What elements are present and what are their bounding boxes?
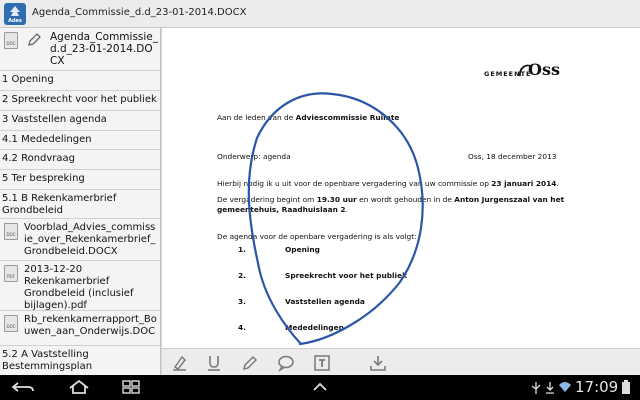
sidebar-item-ter-bespreking[interactable]: 5 Ter bespreking — [0, 170, 160, 190]
wifi-icon — [559, 382, 571, 392]
sidebar-item-label: 5.1 B Rekenkamerbrief Grondbeleid — [2, 193, 117, 216]
chevron-up-icon[interactable] — [310, 379, 330, 395]
usb-icon — [531, 382, 541, 394]
sidebar-item-label: 1 Opening — [2, 74, 54, 85]
download-icon — [546, 382, 554, 394]
agenda-sidebar[interactable]: DOC Agenda_Commissie_d.d_23-01-2014.DOCX… — [0, 28, 161, 375]
sidebar-item-label: 4.1 Mededelingen — [2, 134, 92, 145]
doc-file-icon: DOC — [4, 32, 18, 49]
sidebar-item-label: 2013-12-20 Rekenkamerbrief Grondbeleid (… — [24, 264, 134, 311]
sidebar-item-opening[interactable]: 1 Opening — [0, 71, 160, 91]
underline-icon[interactable] — [204, 353, 224, 373]
system-clock: 17:09 — [575, 378, 619, 396]
comment-icon[interactable] — [276, 353, 296, 373]
battery-icon — [622, 380, 630, 394]
document-viewer[interactable]: GEMEENTE Oss Aan de leden van de Adviesc… — [162, 28, 640, 348]
sidebar-item-label: 3 Vaststellen agenda — [2, 114, 107, 125]
edit-pencil-icon[interactable] — [26, 32, 42, 48]
text-icon[interactable] — [312, 353, 332, 373]
pencil-icon[interactable] — [240, 353, 260, 373]
recent-apps-icon[interactable] — [120, 379, 142, 395]
sidebar-document-header[interactable]: DOC Agenda_Commissie_d.d_23-01-2014.DOCX — [0, 28, 160, 71]
sidebar-item-rekenkamerbrief[interactable]: 5.1 B Rekenkamerbrief Grondbeleid — [0, 190, 160, 219]
sidebar-item-label: 5 Ter bespreking — [2, 173, 85, 184]
sidebar-item-vaststellen-agenda[interactable]: 3 Vaststellen agenda — [0, 111, 160, 131]
doc-file-icon: DOC — [4, 315, 18, 332]
sidebar-item-label: Rb_rekenkamerrapport_Bouwen_aan_Onderwij… — [24, 314, 157, 337]
sidebar-item-voorblad-docx[interactable]: DOC Voorblad_Advies_commissie_over_Reken… — [0, 219, 160, 261]
pdf-file-icon: PDF — [4, 265, 18, 282]
doc-file-icon: DOC — [4, 223, 18, 240]
sidebar-item-label: 5.2 A Vaststelling Bestemmingsplan — [2, 349, 93, 372]
app-logo-icon[interactable]: Ades — [4, 3, 26, 25]
window-title: Agenda_Commissie_d.d_23-01-2014.DOCX — [32, 7, 247, 18]
sidebar-item-mededelingen[interactable]: 4.1 Mededelingen — [0, 131, 160, 150]
title-bar: Ades Agenda_Commissie_d.d_23-01-2014.DOC… — [0, 0, 640, 28]
home-icon[interactable] — [66, 379, 92, 395]
save-icon[interactable] — [368, 353, 388, 373]
annotation-toolbar — [162, 348, 640, 375]
app-logo-text: Ades — [8, 18, 22, 24]
back-icon[interactable] — [10, 379, 36, 395]
sidebar-item-bestemmingsplan[interactable]: 5.2 A Vaststelling Bestemmingsplan — [0, 346, 160, 375]
sidebar-item-label: 2 Spreekrecht voor het publiek — [2, 94, 157, 105]
sidebar-item-label: 4.2 Rondvraag — [2, 153, 76, 164]
sidebar-item-spreekrecht[interactable]: 2 Spreekrecht voor het publiek — [0, 91, 160, 111]
ink-annotation-stroke[interactable] — [162, 28, 640, 348]
sidebar-item-label: Voorblad_Advies_commissie_over_Rekenkame… — [24, 222, 156, 257]
sidebar-item-rekenkamerbrief-pdf[interactable]: PDF 2013-12-20 Rekenkamerbrief Grondbele… — [0, 261, 160, 311]
highlight-icon[interactable] — [170, 353, 190, 373]
sidebar-header-label: Agenda_Commissie_d.d_23-01-2014.DOCX — [50, 31, 159, 67]
system-navigation-bar: 17:09 — [0, 375, 640, 400]
sidebar-item-rb-rekenkamerrapport[interactable]: DOC Rb_rekenkamerrapport_Bouwen_aan_Onde… — [0, 311, 160, 346]
sidebar-item-rondvraag[interactable]: 4.2 Rondvraag — [0, 150, 160, 170]
